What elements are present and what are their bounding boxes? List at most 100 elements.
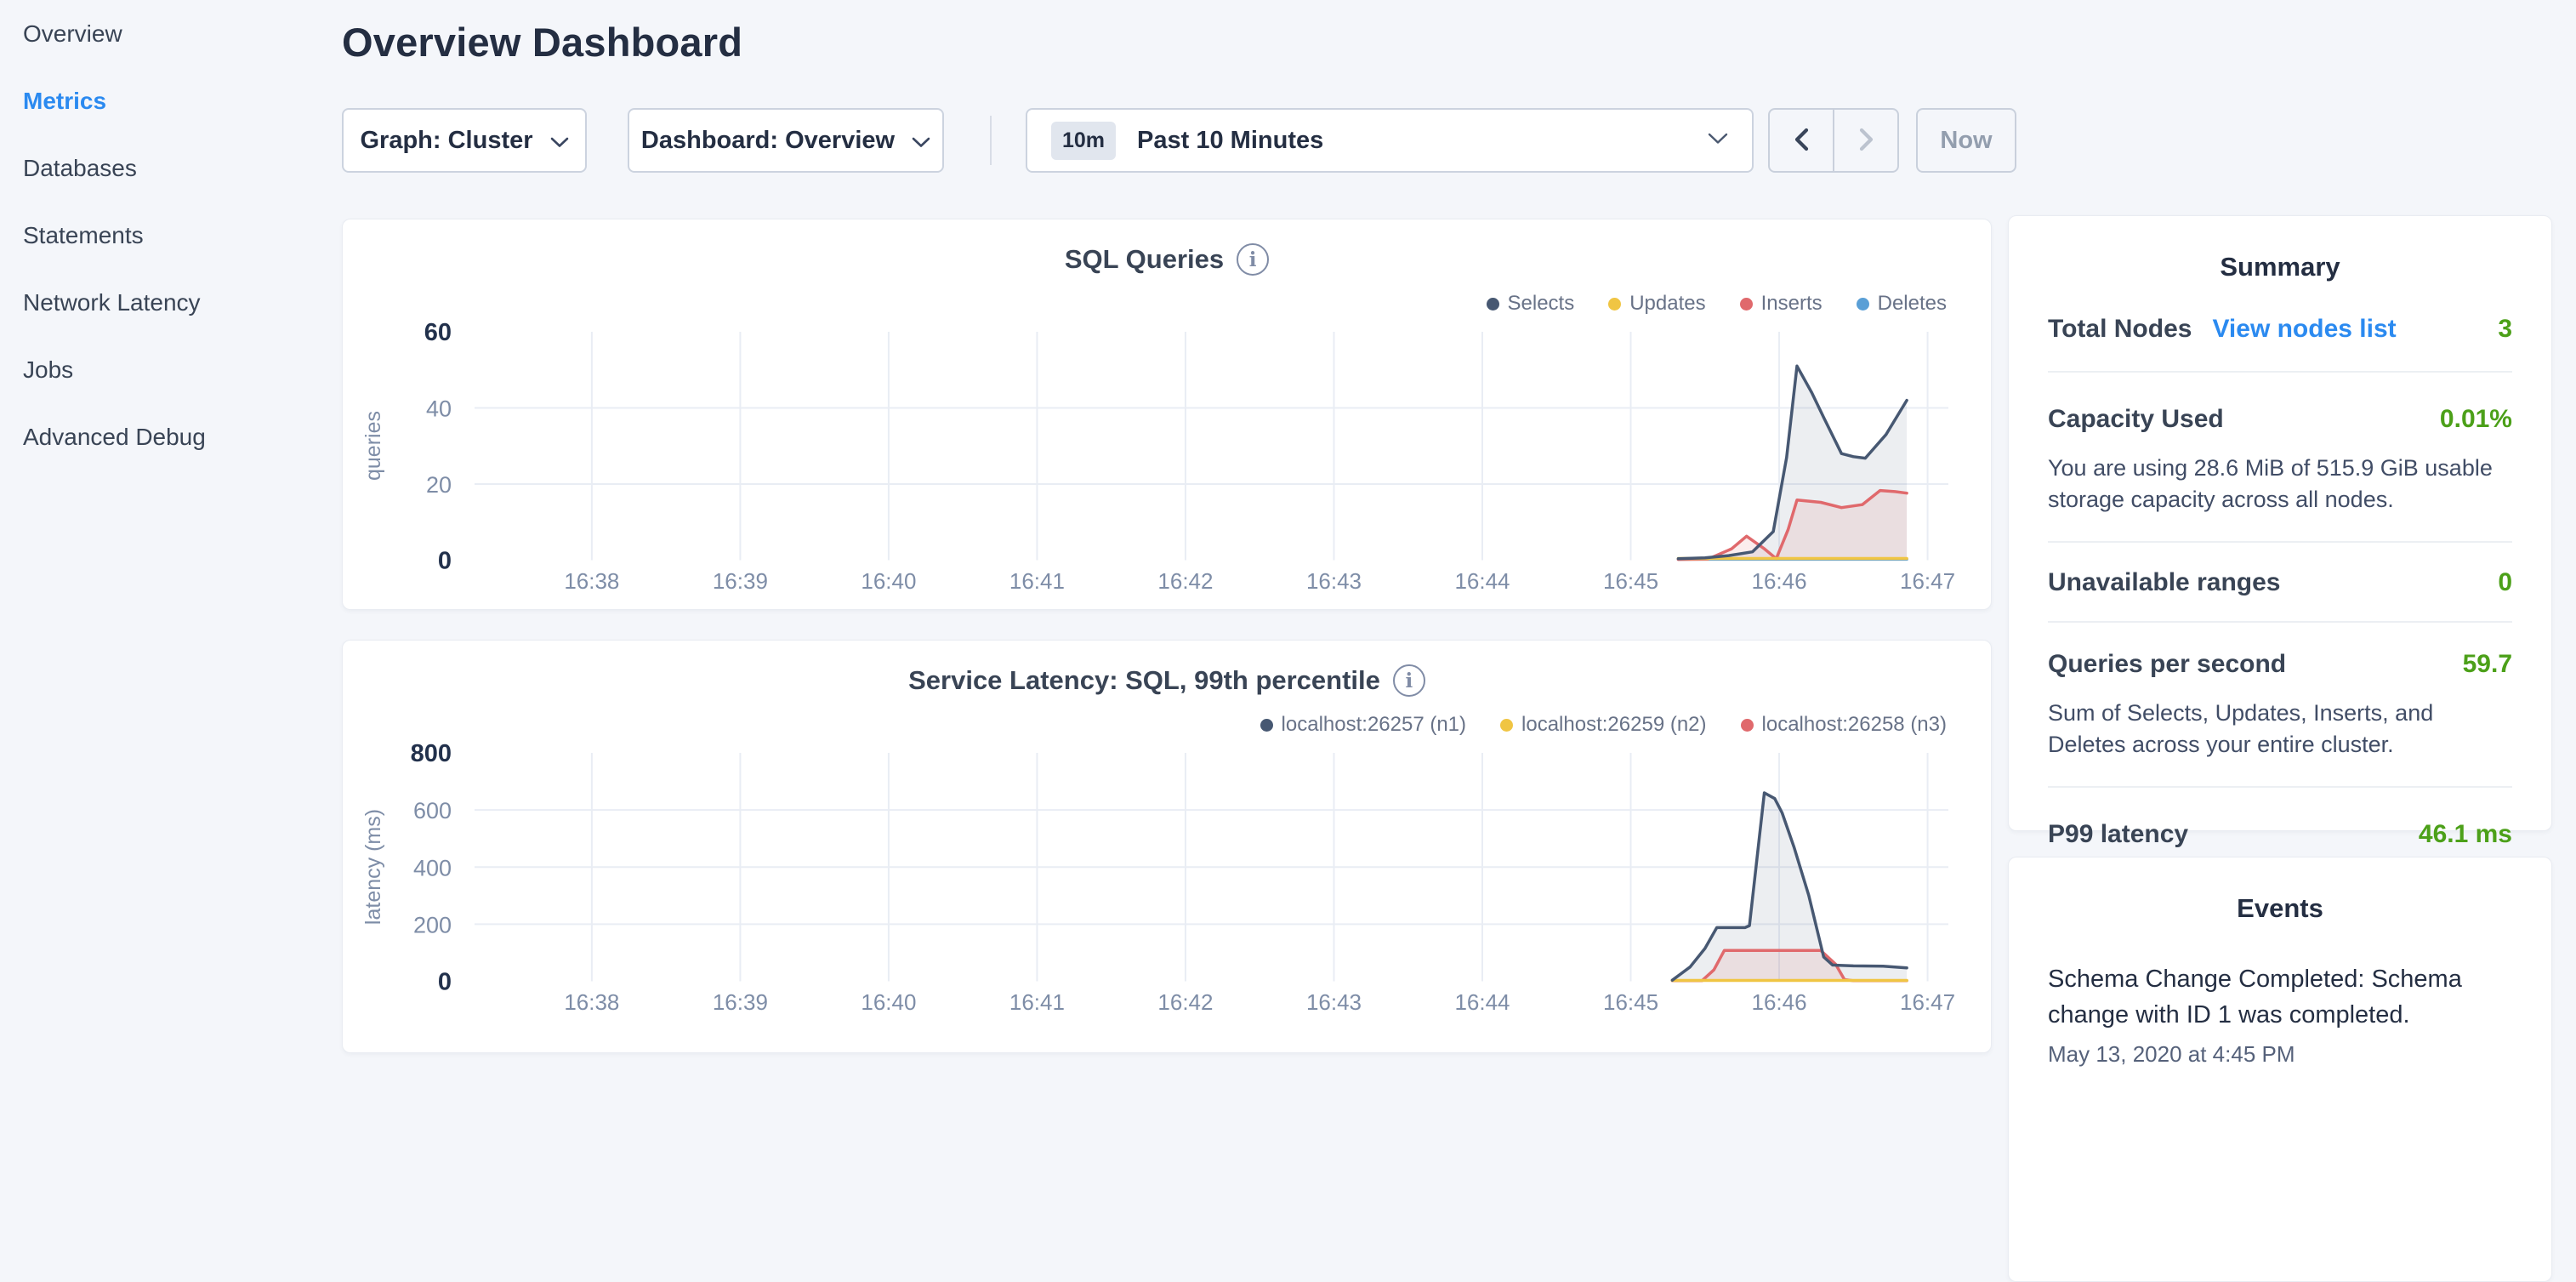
service-latency-chart: 16:3816:3916:4016:4116:4216:4316:4416:45… [343, 743, 1993, 1032]
summary-row-total-nodes: Total Nodes View nodes list 3 [2048, 282, 2512, 373]
summary-subtext: Sum of Selects, Updates, Inserts, and De… [2048, 698, 2512, 761]
summary-subtext: You are using 28.6 MiB of 515.9 GiB usab… [2048, 453, 2512, 516]
svg-text:40: 40 [426, 396, 452, 422]
graph-scope-dropdown-label: Graph: Cluster [360, 127, 532, 155]
legend-item: localhost:26257 (n1) [1260, 713, 1466, 737]
sidebar-item-metrics[interactable]: Metrics [0, 67, 342, 134]
info-icon[interactable] [1237, 243, 1269, 276]
svg-text:16:39: 16:39 [713, 568, 768, 594]
legend-dot-icon [1608, 298, 1621, 311]
chart-legend: localhost:26257 (n1) localhost:26259 (n2)… [1260, 713, 1947, 737]
sidebar-item-network-latency[interactable]: Network Latency [0, 269, 342, 336]
now-button[interactable]: Now [1916, 108, 2016, 173]
svg-text:16:40: 16:40 [861, 989, 916, 1015]
svg-text:16:43: 16:43 [1306, 989, 1362, 1015]
svg-text:16:47: 16:47 [1900, 989, 1955, 1015]
summary-value: 0.01% [2440, 405, 2512, 434]
previous-window-button[interactable] [1770, 110, 1833, 171]
svg-text:16:44: 16:44 [1454, 989, 1510, 1015]
svg-text:16:38: 16:38 [564, 568, 619, 594]
sidebar: Overview Metrics Databases Statements Ne… [0, 0, 342, 470]
graph-scope-dropdown[interactable]: Graph: Cluster [342, 108, 587, 173]
time-range-badge: 10m [1051, 122, 1116, 160]
time-range-selector[interactable]: 10m Past 10 Minutes [1026, 108, 1754, 173]
svg-text:16:41: 16:41 [1009, 568, 1065, 594]
svg-text:600: 600 [413, 798, 452, 823]
legend-dot-icon [1260, 719, 1273, 732]
events-title: Events [2048, 858, 2512, 924]
chevron-down-icon [912, 127, 930, 155]
svg-text:0: 0 [438, 969, 452, 996]
legend-dot-icon [1500, 719, 1513, 732]
sidebar-item-advanced-debug[interactable]: Advanced Debug [0, 403, 342, 470]
svg-text:800: 800 [411, 743, 452, 767]
event-message: Schema Change Completed: Schema change w… [2048, 961, 2512, 1033]
main-content: Overview Dashboard Graph: Cluster Dashbo… [342, 0, 1992, 1051]
summary-label: Queries per second [2048, 650, 2286, 679]
chart-title: Service Latency: SQL, 99th percentile [908, 665, 1380, 696]
legend-item: localhost:26258 (n3) [1741, 713, 1947, 737]
chevron-right-icon [1859, 128, 1874, 154]
chart-title-row: SQL Queries [343, 243, 1991, 276]
time-window-pager [1768, 108, 1899, 173]
svg-text:16:42: 16:42 [1157, 568, 1213, 594]
svg-text:16:38: 16:38 [564, 989, 619, 1015]
legend-dot-icon [1487, 298, 1499, 311]
svg-text:200: 200 [413, 912, 452, 937]
chart-legend: Selects Updates Inserts Deletes [1487, 292, 1948, 316]
svg-text:60: 60 [424, 322, 452, 346]
svg-text:latency (ms): latency (ms) [361, 809, 385, 925]
summary-label: Unavailable ranges [2048, 568, 2280, 597]
legend-item: Inserts [1740, 292, 1823, 316]
svg-text:0: 0 [438, 548, 452, 575]
legend-item: Selects [1487, 292, 1575, 316]
sql-queries-chart-card: SQL Queries Selects Updates Inserts Deletes… [342, 219, 1992, 610]
sidebar-item-overview[interactable]: Overview [0, 0, 342, 67]
chevron-left-icon [1794, 128, 1809, 154]
chevron-down-icon [1708, 133, 1728, 149]
legend-item: Updates [1608, 292, 1705, 316]
service-latency-chart-card: Service Latency: SQL, 99th percentile lo… [342, 640, 1992, 1053]
summary-title: Summary [2048, 216, 2512, 282]
sidebar-item-statements[interactable]: Statements [0, 202, 342, 269]
sidebar-item-jobs[interactable]: Jobs [0, 336, 342, 403]
svg-text:16:47: 16:47 [1900, 568, 1955, 594]
svg-text:20: 20 [426, 472, 452, 498]
chevron-down-icon [550, 127, 569, 155]
time-range-label: Past 10 Minutes [1137, 127, 1323, 155]
svg-text:16:45: 16:45 [1603, 989, 1658, 1015]
legend-dot-icon [1857, 298, 1869, 311]
dashboard-dropdown-label: Dashboard: Overview [641, 127, 895, 155]
chart-title: SQL Queries [1065, 244, 1224, 275]
chart-title-row: Service Latency: SQL, 99th percentile [343, 664, 1991, 697]
svg-text:16:45: 16:45 [1603, 568, 1658, 594]
dashboard-dropdown[interactable]: Dashboard: Overview [628, 108, 944, 173]
sidebar-item-databases[interactable]: Databases [0, 134, 342, 202]
summary-label: P99 latency [2048, 820, 2188, 849]
events-panel: Events Schema Change Completed: Schema c… [2008, 857, 2552, 1282]
summary-label: Capacity Used [2048, 405, 2224, 434]
view-nodes-list-link[interactable]: View nodes list [2212, 315, 2396, 344]
event-timestamp: May 13, 2020 at 4:45 PM [2048, 1041, 2512, 1068]
legend-item: Deletes [1857, 292, 1947, 316]
legend-item: localhost:26259 (n2) [1500, 713, 1706, 737]
controls-divider [990, 116, 992, 165]
summary-row-capacity-used: Capacity Used 0.01% You are using 28.6 M… [2048, 373, 2512, 543]
summary-panel: Summary Total Nodes View nodes list 3 Ca… [2008, 215, 2552, 831]
summary-value: 3 [2498, 315, 2512, 344]
svg-text:16:41: 16:41 [1009, 989, 1065, 1015]
summary-value: 0 [2498, 568, 2512, 597]
svg-text:16:46: 16:46 [1752, 568, 1807, 594]
summary-label: Total Nodes [2048, 315, 2192, 344]
svg-text:16:40: 16:40 [861, 568, 916, 594]
summary-value: 59.7 [2463, 650, 2512, 679]
app: { "colors": { "accent_blue": "#2b8af0", … [0, 0, 2576, 1051]
svg-text:16:44: 16:44 [1454, 568, 1510, 594]
info-icon[interactable] [1393, 664, 1425, 697]
svg-text:queries: queries [361, 411, 385, 481]
next-window-button[interactable] [1833, 110, 1897, 171]
summary-value: 46.1 ms [2419, 820, 2512, 849]
svg-text:400: 400 [413, 855, 452, 880]
sql-queries-chart: 16:3816:3916:4016:4116:4216:4316:4416:45… [343, 322, 1993, 611]
svg-text:16:39: 16:39 [713, 989, 768, 1015]
